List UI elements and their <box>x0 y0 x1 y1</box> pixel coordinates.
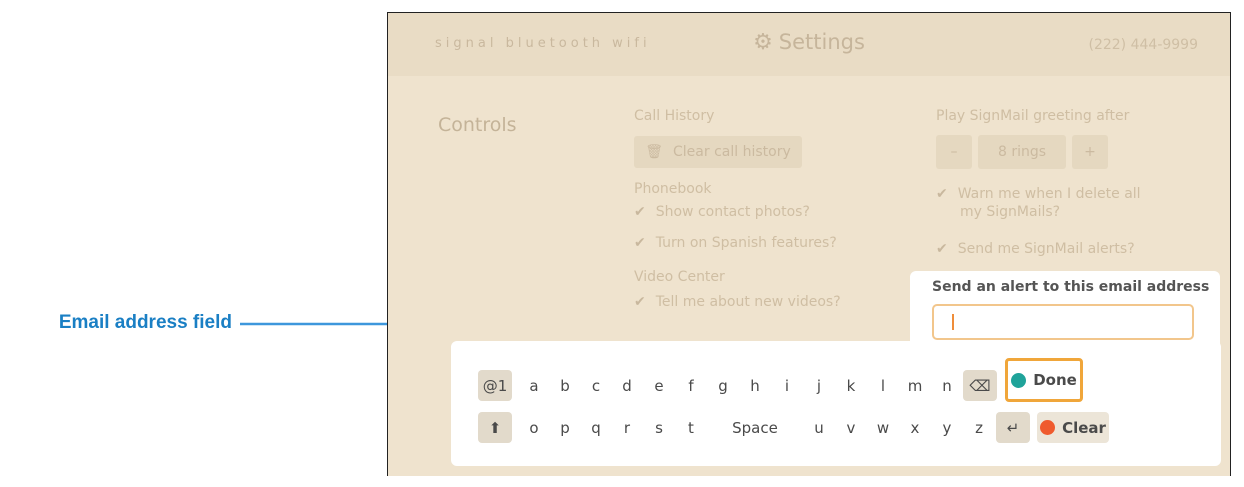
key-c[interactable]: c <box>581 370 611 401</box>
key-g[interactable]: g <box>708 370 738 401</box>
key-h[interactable]: h <box>740 370 770 401</box>
key-e[interactable]: e <box>644 370 674 401</box>
trash-icon: 🗑 <box>645 144 664 160</box>
phone-number: (222) 444-9999 <box>1088 37 1199 53</box>
text-cursor <box>952 314 954 330</box>
option-show-photos[interactable]: ✔ Show contact photos? <box>634 204 810 220</box>
key-i[interactable]: i <box>772 370 802 401</box>
space-key[interactable]: Space <box>708 412 802 443</box>
signmail-heading: Play SignMail greeting after <box>936 108 1130 124</box>
settings-screen: signal bluetooth wifi ⚙ Settings (222) 44… <box>387 12 1231 476</box>
clear-dot-icon <box>1040 420 1056 435</box>
key-r[interactable]: r <box>612 412 642 443</box>
option-spanish[interactable]: ✔ Turn on Spanish features? <box>634 235 837 251</box>
email-field-label: Send an alert to this email address <box>932 279 1210 295</box>
key-p[interactable]: p <box>550 412 580 443</box>
section-title: Controls <box>438 114 517 136</box>
key-o[interactable]: o <box>519 412 549 443</box>
backspace-icon: ⌫ <box>969 376 991 395</box>
done-button[interactable]: Done <box>1005 358 1083 402</box>
call-history-heading: Call History <box>634 108 715 124</box>
key-a[interactable]: a <box>519 370 549 401</box>
key-z[interactable]: z <box>964 412 994 443</box>
option-signmail-alerts[interactable]: ✔ Send me SignMail alerts? <box>936 241 1135 257</box>
done-dot-icon <box>1011 372 1027 388</box>
key-w[interactable]: w <box>868 412 898 443</box>
shift-icon: ⬆ <box>488 418 502 437</box>
key-d[interactable]: d <box>612 370 642 401</box>
backspace-key[interactable]: ⌫ <box>963 370 997 401</box>
key-m[interactable]: m <box>900 370 930 401</box>
on-screen-keyboard: @1 a b c d e f g h i j k l m n ⌫ Done ⬆ … <box>451 341 1221 466</box>
enter-key[interactable]: ↵ <box>996 412 1030 443</box>
rings-plus-button[interactable]: + <box>1072 135 1108 169</box>
key-v[interactable]: v <box>836 412 866 443</box>
key-k[interactable]: k <box>836 370 866 401</box>
check-icon: ✔ <box>634 294 646 310</box>
key-j[interactable]: j <box>804 370 834 401</box>
key-x[interactable]: x <box>900 412 930 443</box>
option-warn-delete[interactable]: ✔ Warn me when I delete all <box>936 186 1141 202</box>
key-q[interactable]: q <box>581 412 611 443</box>
key-s[interactable]: s <box>644 412 674 443</box>
option-warn-delete-line2: my SignMails? <box>960 204 1061 220</box>
shift-key[interactable]: ⬆ <box>478 412 512 443</box>
video-center-heading: Video Center <box>634 269 725 285</box>
key-f[interactable]: f <box>676 370 706 401</box>
key-l[interactable]: l <box>868 370 898 401</box>
rings-value: 8 rings <box>978 135 1066 169</box>
key-b[interactable]: b <box>550 370 580 401</box>
key-t[interactable]: t <box>676 412 706 443</box>
check-icon: ✔ <box>634 204 646 220</box>
key-y[interactable]: y <box>932 412 962 443</box>
option-new-videos[interactable]: ✔ Tell me about new videos? <box>634 294 841 310</box>
phonebook-heading: Phonebook <box>634 181 712 197</box>
top-bar: signal bluetooth wifi ⚙ Settings (222) 44… <box>388 13 1230 76</box>
check-icon: ✔ <box>634 235 646 251</box>
enter-icon: ↵ <box>1006 418 1020 437</box>
key-symbols[interactable]: @1 <box>478 370 512 401</box>
clear-button[interactable]: Clear <box>1037 412 1109 443</box>
check-icon: ✔ <box>936 241 948 257</box>
gear-icon: ⚙ <box>753 30 773 55</box>
key-n[interactable]: n <box>932 370 962 401</box>
key-u[interactable]: u <box>804 412 834 443</box>
clear-call-history-button[interactable]: 🗑 Clear call history <box>634 136 802 168</box>
rings-minus-button[interactable]: – <box>936 135 972 169</box>
check-icon: ✔ <box>936 186 948 202</box>
email-field[interactable] <box>932 304 1194 340</box>
